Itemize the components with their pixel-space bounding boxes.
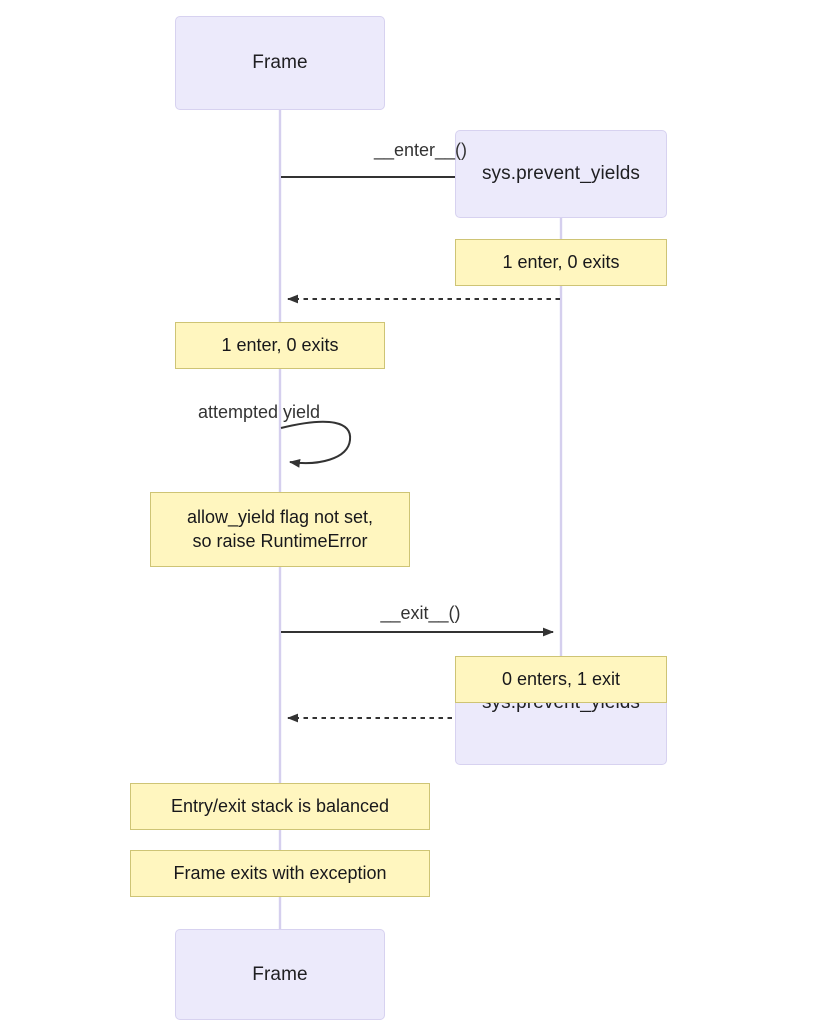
note-text: Entry/exit stack is balanced: [170, 795, 390, 816]
actor-label-frame-bottom: Frame: [252, 963, 308, 985]
actor-box-frame-top[interactable]: Frame: [175, 16, 385, 110]
note-text: 1 enter, 0 exits: [221, 334, 339, 355]
note-frame-enter-count[interactable]: 1 enter, 0 exits: [175, 322, 385, 369]
note-text: Frame exits with exception: [173, 862, 387, 883]
sequence-diagram: Frame sys.prevent_yields sys.prevent_yie…: [0, 0, 830, 1035]
note-stack-balanced[interactable]: Entry/exit stack is balanced: [130, 783, 430, 830]
message-label-text: __exit__(): [380, 603, 461, 623]
note-sys-exit-count[interactable]: 0 enters, 1 exit: [455, 656, 667, 703]
message-label-attempted-yield: attempted yield: [198, 402, 320, 423]
actor-label-sys-prevent-yields-top: sys.prevent_yields: [481, 163, 641, 184]
message-arrow-attempted-yield: [280, 420, 352, 468]
note-frame-exits-exception[interactable]: Frame exits with exception: [130, 850, 430, 897]
note-text-line-1: allow_yield flag not set,: [186, 506, 374, 527]
message-label-text: attempted yield: [198, 402, 321, 422]
note-allow-yield-flag[interactable]: allow_yield flag not set, so raise Runti…: [150, 492, 410, 567]
actor-label-frame-top: Frame: [252, 52, 308, 73]
note-sys-enter-count[interactable]: 1 enter, 0 exits: [455, 239, 667, 286]
actor-box-frame-bottom[interactable]: Frame: [175, 929, 385, 1020]
note-text: 1 enter, 0 exits: [502, 251, 620, 272]
message-label-text: __enter__(): [373, 140, 468, 160]
note-text-multiline: allow_yield flag not set, so raise Runti…: [187, 506, 373, 554]
message-label-exit-call: __exit__(): [280, 603, 561, 624]
note-text-line-2: so raise RuntimeError: [192, 530, 368, 551]
note-text: 0 enters, 1 exit: [501, 668, 621, 689]
message-label-enter-call: __enter__(): [280, 140, 561, 161]
